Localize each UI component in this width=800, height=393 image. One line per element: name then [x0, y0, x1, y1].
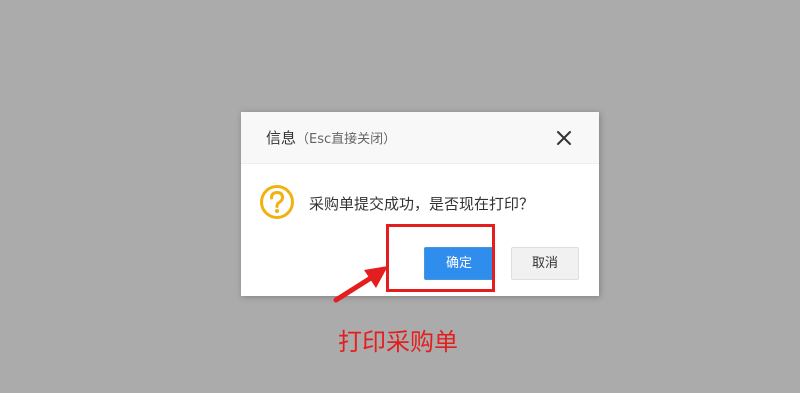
highlight-box	[386, 224, 495, 292]
dialog-header: 信息（Esc直接关闭）	[241, 112, 599, 164]
dialog-body: 采购单提交成功，是否现在打印？	[241, 164, 599, 224]
dialog-title: 信息（Esc直接关闭）	[266, 128, 396, 150]
close-icon	[557, 131, 571, 145]
arrow-icon	[333, 266, 388, 303]
question-icon	[260, 185, 294, 219]
dialog-message: 采购单提交成功，是否现在打印？	[309, 195, 535, 213]
annotation-caption: 打印采购单	[338, 328, 458, 356]
dialog-title-hint: （Esc直接关闭）	[296, 132, 397, 147]
cancel-button[interactable]: 取消	[511, 247, 579, 280]
overlay-backdrop: 信息（Esc直接关闭） 采购单提交成功，是否现在打印？ 确定 取消 打印采购单	[0, 0, 800, 393]
dialog-title-text: 信息	[266, 129, 297, 147]
close-button[interactable]	[554, 128, 574, 148]
